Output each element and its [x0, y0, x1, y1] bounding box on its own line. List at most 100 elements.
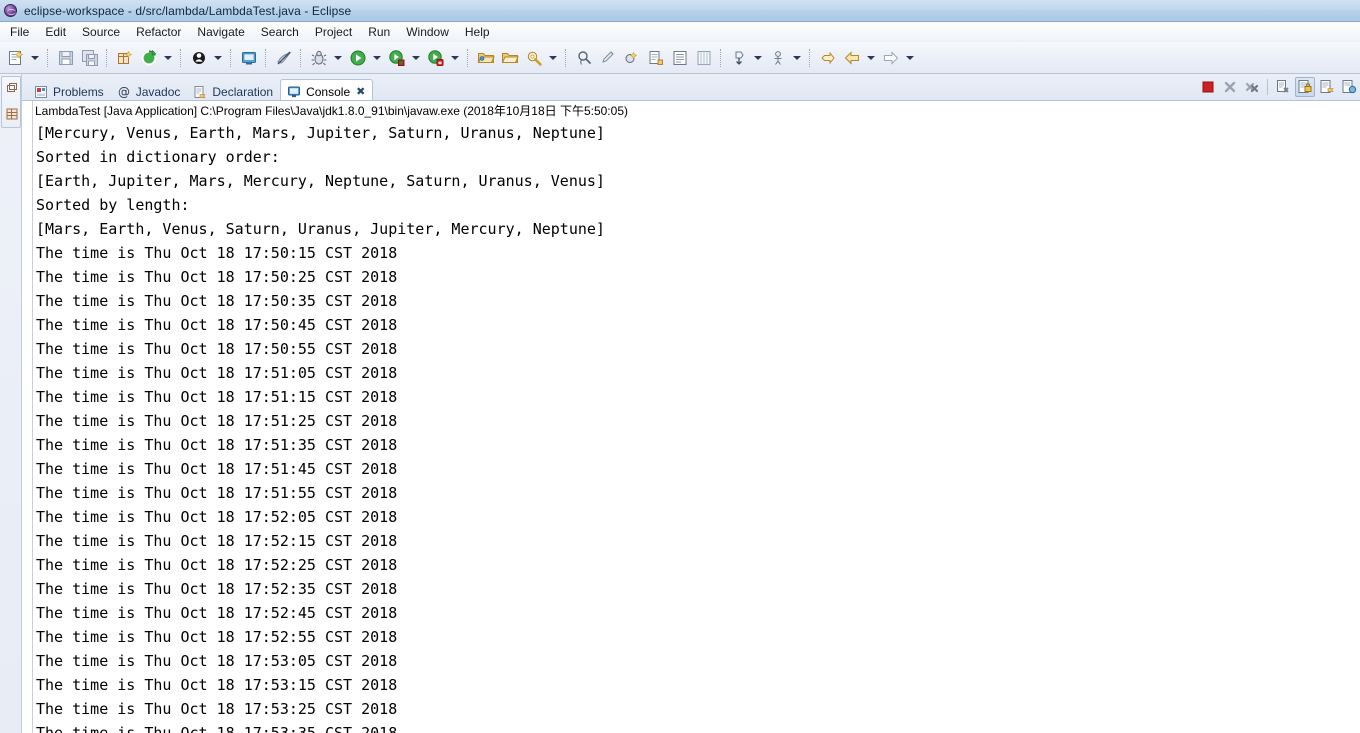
toolbar-separator	[720, 48, 723, 67]
menu-item-window[interactable]: Window	[398, 23, 457, 41]
next-annotation-icon[interactable]	[728, 47, 750, 69]
search-icon[interactable]	[573, 47, 595, 69]
toggle-word-wrap-icon[interactable]	[693, 47, 715, 69]
fast-view-bar	[0, 74, 22, 733]
console-line: Sorted by length:	[36, 196, 190, 214]
remove-launch-icon[interactable]	[1220, 77, 1240, 97]
console-line: The time is Thu Oct 18 17:50:25 CST 2018	[36, 268, 398, 286]
next-annotation-dropdown-arrow-icon[interactable]	[751, 47, 764, 69]
toolbar-separator	[565, 48, 568, 67]
display-selected-console-icon[interactable]	[1339, 77, 1359, 97]
svg-text:@: @	[118, 85, 130, 99]
new-wizard-dropdown-arrow-icon[interactable]	[28, 47, 41, 69]
run-coverage-dropdown-arrow-icon[interactable]	[409, 47, 422, 69]
new-enum-icon[interactable]	[621, 47, 643, 69]
toolbar-separator	[47, 48, 50, 67]
menu-item-project[interactable]: Project	[307, 23, 360, 41]
open-type-icon[interactable]	[523, 47, 545, 69]
console-line: The time is Thu Oct 18 17:51:55 CST 2018	[36, 484, 398, 502]
workbench-body: Problems @ Javadoc Declaration Console ✖ Lamb…	[0, 74, 1360, 733]
last-edit-location-icon[interactable]	[817, 47, 839, 69]
console-view-toolbar	[1197, 75, 1360, 99]
external-tools-dropdown-arrow-icon[interactable]	[161, 47, 174, 69]
console-line: The time is Thu Oct 18 17:51:05 CST 2018	[36, 364, 398, 382]
run-as-server-icon[interactable]	[425, 47, 447, 69]
new-source-file-icon[interactable]	[645, 47, 667, 69]
console-line: [Earth, Jupiter, Mars, Mercury, Neptune,…	[36, 172, 605, 190]
console-text-area[interactable]: LambdaTest [Java Application] C:\Program…	[22, 100, 1360, 733]
package-explorer-icon[interactable]	[5, 107, 19, 121]
window-title: eclipse-workspace - d/src/lambda/LambdaT…	[24, 3, 352, 18]
restore-icon[interactable]	[5, 81, 19, 95]
menu-item-edit[interactable]: Edit	[37, 23, 74, 41]
console-output: [Mercury, Venus, Earth, Mars, Jupiter, S…	[33, 121, 1360, 733]
eclipse-window: eclipse-workspace - d/src/lambda/LambdaT…	[0, 0, 1360, 733]
open-type-dropdown-arrow-icon[interactable]	[546, 47, 559, 69]
forward-icon[interactable]	[880, 47, 902, 69]
save-icon[interactable]	[55, 47, 77, 69]
new-wizard-icon[interactable]	[5, 47, 27, 69]
fast-view-group[interactable]	[1, 76, 21, 128]
menu-item-run[interactable]: Run	[360, 23, 398, 41]
menu-item-refactor[interactable]: Refactor	[128, 23, 189, 41]
console-line: The time is Thu Oct 18 17:53:35 CST 2018	[36, 724, 398, 733]
new-annotation-icon[interactable]	[597, 47, 619, 69]
console-view: Problems @ Javadoc Declaration Console ✖ Lamb…	[22, 74, 1360, 733]
console-line: The time is Thu Oct 18 17:53:05 CST 2018	[36, 652, 398, 670]
pin-console-icon[interactable]	[1317, 77, 1337, 97]
console-line: The time is Thu Oct 18 17:50:55 CST 2018	[36, 340, 398, 358]
console-line: The time is Thu Oct 18 17:53:15 CST 2018	[36, 676, 398, 694]
console-line: The time is Thu Oct 18 17:52:15 CST 2018	[36, 532, 398, 550]
run-as-server-dropdown-arrow-icon[interactable]	[448, 47, 461, 69]
new-java-class-icon[interactable]	[238, 47, 260, 69]
console-line: The time is Thu Oct 18 17:52:55 CST 2018	[36, 628, 398, 646]
toggle-block-selection-icon[interactable]	[669, 47, 691, 69]
console-icon	[286, 84, 302, 100]
clear-console-icon[interactable]	[1273, 77, 1293, 97]
skip-breakpoints-icon[interactable]	[188, 47, 210, 69]
console-line: The time is Thu Oct 18 17:51:15 CST 2018	[36, 388, 398, 406]
console-line: The time is Thu Oct 18 17:50:15 CST 2018	[36, 244, 398, 262]
terminate-icon[interactable]	[1198, 77, 1218, 97]
run-icon[interactable]	[347, 47, 369, 69]
console-launch-header: LambdaTest [Java Application] C:\Program…	[35, 104, 628, 118]
console-line: Sorted in dictionary order:	[36, 148, 280, 166]
open-folder-alt-icon[interactable]	[499, 47, 521, 69]
eclipse-globe-icon	[3, 3, 19, 19]
run-dropdown-arrow-icon[interactable]	[370, 47, 383, 69]
problems-icon	[33, 84, 49, 100]
view-toolbar-separator	[1267, 79, 1268, 95]
debug-dropdown-arrow-icon[interactable]	[331, 47, 344, 69]
open-folder-icon[interactable]	[475, 47, 497, 69]
javadoc-icon: @	[116, 84, 132, 100]
menu-item-source[interactable]: Source	[74, 23, 128, 41]
console-line: The time is Thu Oct 18 17:52:35 CST 2018	[36, 580, 398, 598]
toolbar-separator	[180, 48, 183, 67]
toolbar-separator	[230, 48, 233, 67]
console-line: The time is Thu Oct 18 17:52:05 CST 2018	[36, 508, 398, 526]
external-tools-run-icon[interactable]	[138, 47, 160, 69]
previous-annotation-icon[interactable]	[767, 47, 789, 69]
skip-breakpoints-dropdown-arrow-icon[interactable]	[211, 47, 224, 69]
toolbar-separator	[467, 48, 470, 67]
scroll-lock-icon[interactable]	[1295, 77, 1315, 97]
menu-item-navigate[interactable]: Navigate	[189, 23, 252, 41]
console-line: [Mercury, Venus, Earth, Mars, Jupiter, S…	[36, 124, 605, 142]
toolbar-separator	[809, 48, 812, 67]
toolbar-separator	[265, 48, 268, 67]
menu-item-search[interactable]: Search	[253, 23, 307, 41]
back-dropdown-arrow-icon[interactable]	[864, 47, 877, 69]
save-all-icon[interactable]	[79, 47, 101, 69]
close-icon[interactable]: ✖	[356, 85, 365, 98]
console-line: The time is Thu Oct 18 17:52:45 CST 2018	[36, 604, 398, 622]
menu-item-help[interactable]: Help	[457, 23, 498, 41]
back-icon[interactable]	[841, 47, 863, 69]
run-coverage-icon[interactable]	[386, 47, 408, 69]
forward-dropdown-arrow-icon[interactable]	[903, 47, 916, 69]
menu-item-file[interactable]: File	[2, 23, 37, 41]
new-java-package-icon[interactable]	[114, 47, 136, 69]
previous-annotation-dropdown-arrow-icon[interactable]	[790, 47, 803, 69]
toggle-mark-occurrences-icon[interactable]	[273, 47, 295, 69]
debug-icon[interactable]	[308, 47, 330, 69]
remove-all-terminated-launches-icon[interactable]	[1242, 77, 1262, 97]
